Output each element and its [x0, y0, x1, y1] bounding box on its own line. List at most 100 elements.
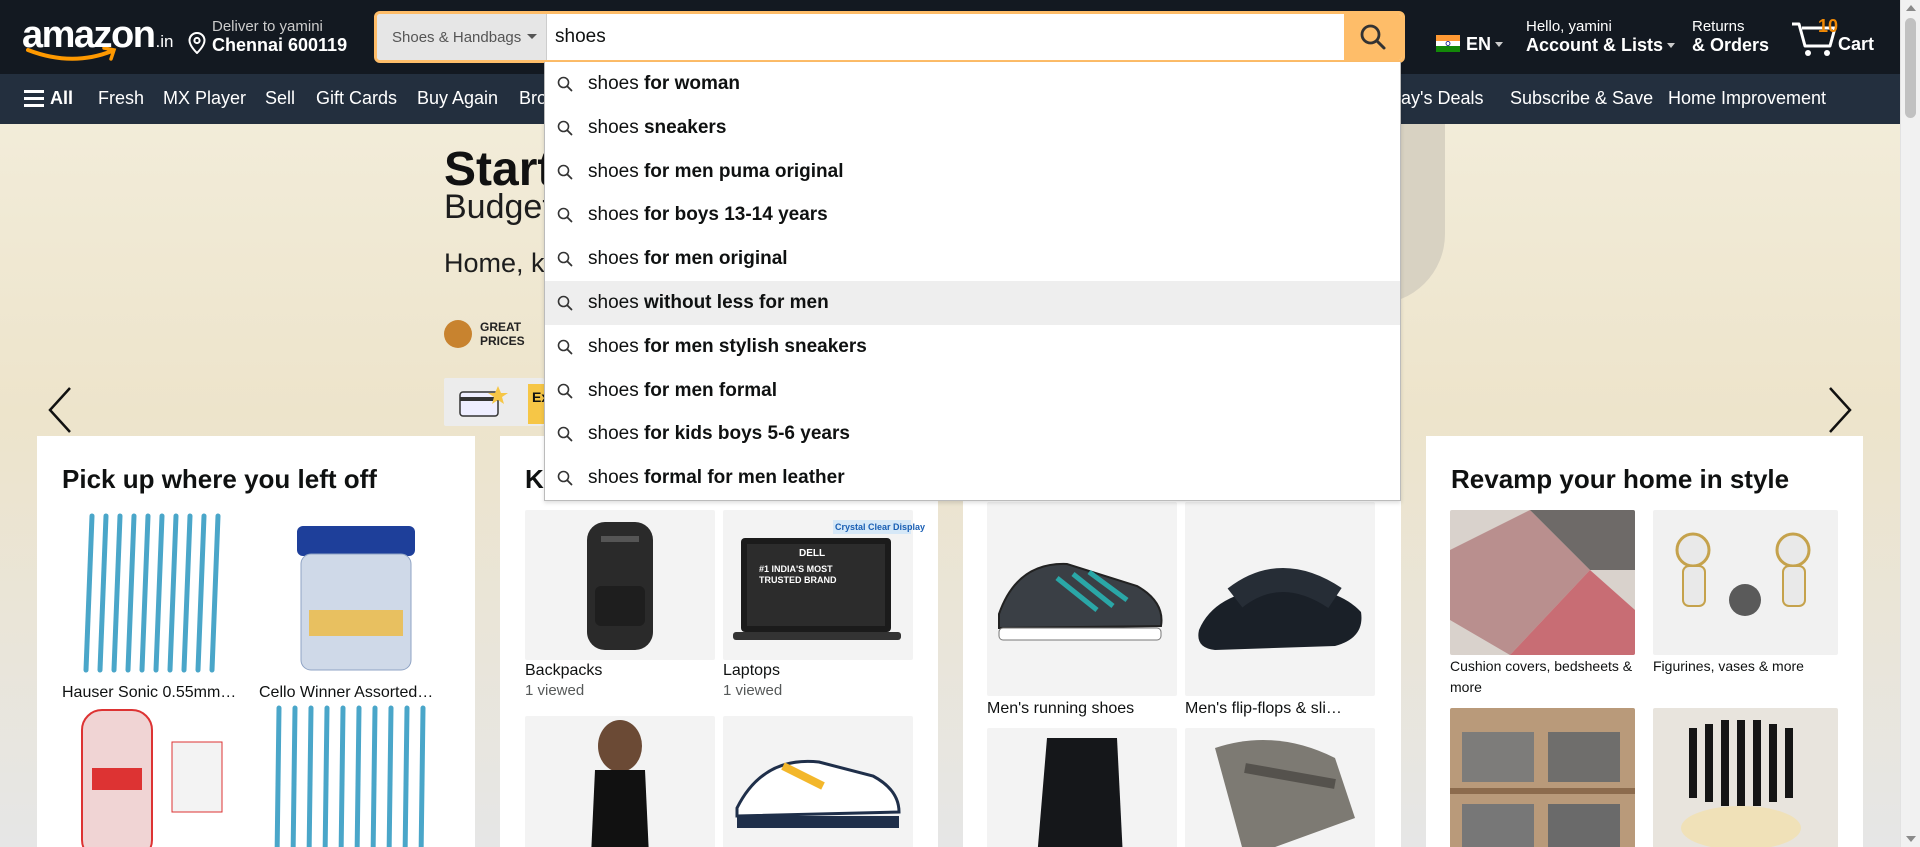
badge-line1: GREAT	[480, 320, 522, 334]
search-bar: Shoes & Handbags	[374, 11, 1405, 63]
scroll-up-icon[interactable]	[1906, 5, 1916, 11]
boot-image	[987, 728, 1177, 847]
search-icon	[557, 470, 573, 486]
search-icon	[557, 164, 573, 179]
suggestion-completion: for men original	[643, 248, 788, 270]
nav-home-improvement[interactable]: Home Improvement	[1668, 88, 1826, 109]
suggestion-item[interactable]: shoes for men puma original	[545, 150, 1400, 194]
amazon-logo[interactable]: amazon.in	[22, 14, 173, 62]
category-name: Laptops	[723, 662, 780, 679]
wall-lamp-image	[1653, 708, 1838, 847]
suggestion-prefix: shoes	[588, 73, 639, 94]
account-label: Account & Lists	[1526, 35, 1664, 55]
category-viewed: 1 viewed	[525, 682, 585, 699]
category-tile-running-shoes[interactable]: Men's running shoes	[987, 502, 1177, 717]
search-button[interactable]	[1344, 14, 1402, 60]
nav-sell[interactable]: Sell	[265, 88, 295, 109]
suggestion-item[interactable]: shoes for kids boys 5-6 years	[545, 412, 1400, 456]
language-selector[interactable]: EN	[1436, 34, 1504, 55]
scrollbar-thumb[interactable]	[1905, 18, 1916, 118]
suggestion-prefix: shoes	[588, 423, 639, 445]
scroll-down-icon[interactable]	[1906, 836, 1916, 842]
nav-subscribe-save[interactable]: Subscribe & Save	[1510, 88, 1653, 109]
nav-all[interactable]: All	[24, 88, 73, 109]
suggestion-text: shoes for woman	[588, 73, 740, 95]
category-name: Backpacks	[525, 662, 603, 679]
hero-tagline: Home, ki	[444, 248, 551, 278]
page-scrollbar[interactable]	[1900, 0, 1920, 847]
card-title: Pick up where you left off	[62, 464, 377, 494]
search-category-select[interactable]: Shoes & Handbags	[377, 14, 547, 60]
suggestion-text: shoes sneakers	[588, 117, 726, 139]
category-name: Figurines, vases & more	[1653, 658, 1804, 674]
nav-browsing-history[interactable]: Bro	[519, 88, 547, 109]
price-tag-icon	[444, 320, 472, 348]
product-tile[interactable]	[62, 702, 242, 847]
credit-card-icon	[459, 386, 508, 417]
suggestion-completion: without less for men	[643, 292, 829, 313]
badge-text: GREAT PRICES	[480, 320, 525, 348]
category-tile[interactable]	[525, 716, 715, 847]
nav-buy-again[interactable]: Buy Again	[417, 88, 498, 109]
menu-icon	[24, 90, 44, 107]
card-pick-up: Pick up where you left off Hauser Sonic …	[37, 436, 475, 847]
product-tile[interactable]	[259, 702, 439, 847]
product-name: Cello Winner Assorted…	[259, 684, 434, 701]
product-tile[interactable]: Cello Winner Assorted…	[259, 510, 439, 710]
category-tile[interactable]	[1450, 708, 1635, 847]
search-icon	[557, 427, 573, 442]
suggestion-completion: for men stylish sneakers	[643, 335, 867, 357]
returns-label: Returns	[1692, 18, 1745, 35]
india-flag-icon	[1436, 35, 1460, 52]
suggestion-item[interactable]: shoes for men stylish sneakers	[545, 325, 1400, 369]
nav-todays-deals[interactable]: day's Deals	[1391, 88, 1483, 109]
rug-image	[1450, 510, 1635, 655]
cart-button[interactable]: 10 Cart	[1790, 14, 1880, 60]
pens-product-image	[62, 510, 242, 674]
suggestion-prefix: shoes	[588, 248, 639, 270]
suggestion-item[interactable]: shoes for men formal	[545, 369, 1400, 413]
category-tile-backpacks[interactable]: Backpacks 1 viewed	[525, 510, 715, 710]
category-tile[interactable]	[723, 716, 913, 847]
account-greeting: Hello, yamini	[1526, 18, 1612, 35]
category-tile-flip-flops[interactable]: Men's flip-flops & sli…	[1185, 502, 1375, 717]
account-lists[interactable]: Hello, yamini Account & Lists	[1526, 18, 1676, 56]
category-tile-laptops[interactable]: Crystal Clear Display DELL #1 INDIA'S MO…	[723, 510, 925, 710]
category-tile[interactable]	[987, 728, 1177, 847]
search-icon	[557, 383, 573, 398]
suggestion-item[interactable]: shoes for woman	[545, 62, 1400, 106]
suggestion-item[interactable]: shoes for boys 13-14 years	[545, 193, 1400, 237]
category-tile[interactable]	[1653, 708, 1838, 847]
suggestion-prefix: shoes	[588, 379, 639, 401]
nav-fresh[interactable]: Fresh	[98, 88, 144, 109]
suggestion-item[interactable]: shoes without less for men	[545, 281, 1400, 325]
search-suggestions: shoes for woman shoes sneakers shoes for m…	[544, 62, 1401, 501]
chevron-down-icon	[1667, 43, 1676, 48]
nav-mx-player[interactable]: MX Player	[163, 88, 246, 109]
returns-orders[interactable]: Returns & Orders	[1692, 18, 1769, 56]
pens-product-image	[259, 702, 439, 847]
search-icon	[557, 208, 573, 223]
category-tile[interactable]	[1185, 728, 1375, 847]
suggestion-item[interactable]: shoes for men original	[545, 237, 1400, 281]
running-shoe-image	[987, 502, 1177, 696]
apparel-image	[525, 716, 715, 847]
storage-shelf-image	[1450, 708, 1635, 847]
suggestion-text: shoes for men original	[588, 248, 788, 270]
category-tile-cushion-covers[interactable]: Cushion covers, bedsheets & more	[1450, 510, 1635, 710]
suggestion-item[interactable]: shoes formal for men leather	[545, 456, 1400, 500]
product-tile[interactable]: Hauser Sonic 0.55mm…	[62, 510, 242, 710]
carousel-prev-icon[interactable]	[40, 380, 80, 440]
search-input[interactable]	[555, 14, 1215, 60]
language-label: EN	[1466, 34, 1492, 54]
nav-gift-cards[interactable]: Gift Cards	[316, 88, 397, 109]
suggestion-completion: for kids boys 5-6 years	[643, 423, 850, 445]
category-name: Cushion covers, bedsheets & more	[1450, 658, 1633, 695]
suggestion-item[interactable]: shoes sneakers	[545, 106, 1400, 150]
figurine-image	[1653, 510, 1838, 655]
category-tile-figurines[interactable]: Figurines, vases & more	[1653, 510, 1838, 710]
suggestion-prefix: shoes	[588, 160, 639, 182]
logo-suffix: .in	[155, 32, 174, 51]
carousel-next-icon[interactable]	[1820, 380, 1860, 440]
search-icon	[557, 339, 573, 355]
